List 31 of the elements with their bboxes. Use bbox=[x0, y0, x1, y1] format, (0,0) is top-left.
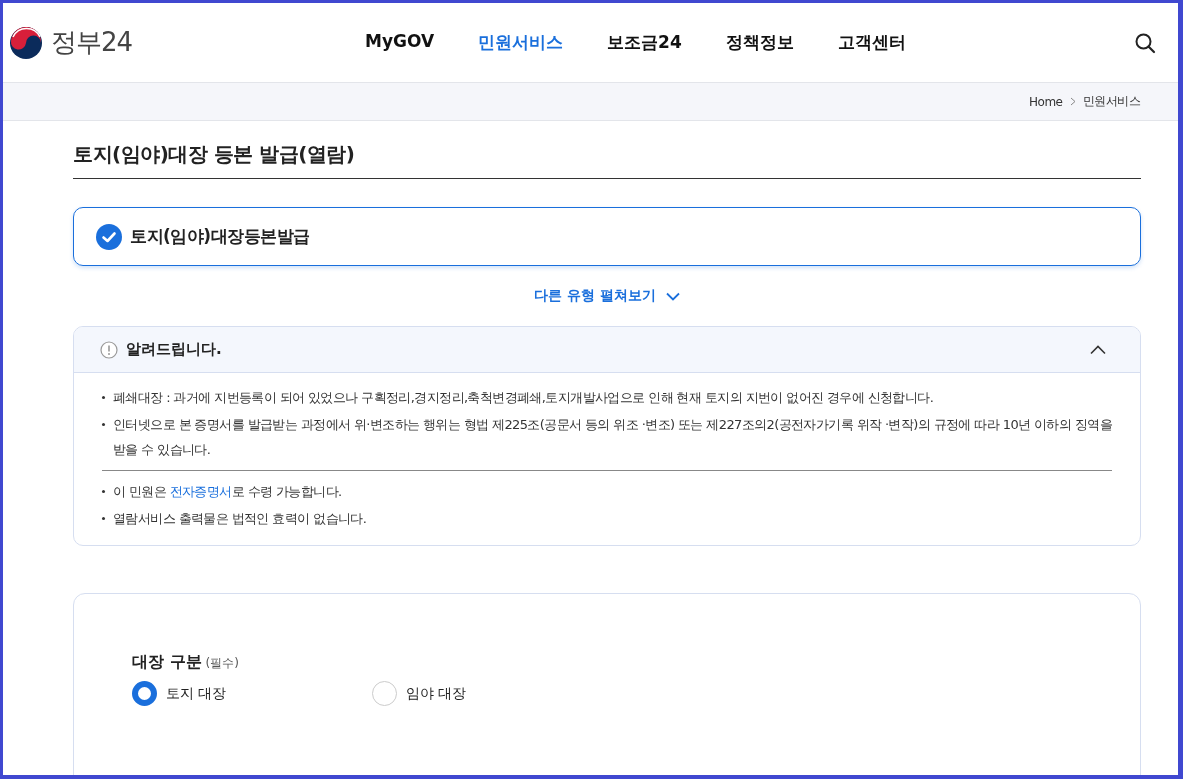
notice-text: 폐쇄대장 : 과거에 지번등록이 되어 있었으나 구획정리,경지정리,축척변경폐쇄,토지개발사업으로 인해 현재 토지의 지번이 없어진 경우에 신청합니다. bbox=[113, 389, 934, 407]
breadcrumb-link[interactable]: Home bbox=[1029, 94, 1063, 109]
chevron-right-icon bbox=[1069, 97, 1076, 106]
selected-service-card[interactable]: 토지(임야)대장등본발급 bbox=[73, 207, 1141, 266]
required-note: (필수) bbox=[205, 655, 239, 672]
field-label: 대장 구분 bbox=[132, 652, 202, 673]
site-logo[interactable]: 정부24 bbox=[9, 25, 365, 60]
chevron-down-icon bbox=[665, 291, 680, 301]
breadcrumb-link[interactable]: 민원서비스 bbox=[1082, 93, 1140, 110]
chevron-up-icon[interactable] bbox=[1090, 344, 1106, 355]
logo-text: 정부24 bbox=[51, 26, 133, 59]
nav-link[interactable]: MyGOV bbox=[365, 31, 435, 54]
nav-link[interactable]: 고객센터 bbox=[837, 31, 906, 54]
service-label: 토지(임야)대장등본발급 bbox=[130, 225, 310, 248]
search-icon[interactable] bbox=[1134, 31, 1156, 54]
notice-header[interactable]: 알려드립니다. bbox=[74, 327, 1140, 373]
radio-button[interactable] bbox=[132, 681, 157, 706]
radio-label[interactable]: 토지 대장 bbox=[166, 684, 227, 703]
notice-text: 이 민원은 전자증명서 로 수령 가능합니다. bbox=[113, 483, 342, 501]
notice-text: 인터넷으로 본 증명서를 발급받는 과정에서 위·변조하는 행위는 형법 제225조(공문서 등의 위조 ·변조) 또는 제227조의2(공전자가기록 위작 ·변작)의 규정에 따라 10년 이하의 징역을 받을 수 있습니다. bbox=[113, 416, 1112, 459]
expand-link[interactable]: 다른 유형 펼쳐보기 bbox=[534, 287, 656, 305]
notice-title: 알려드립니다. bbox=[126, 340, 222, 359]
notice-text: 열람서비스 출력물은 법적인 효력이 없습니다. bbox=[113, 510, 367, 528]
emblem-icon bbox=[9, 25, 43, 60]
certificate-link[interactable]: 전자증명서 bbox=[169, 484, 232, 499]
nav-link[interactable]: 민원서비스 bbox=[478, 31, 564, 54]
nav-link[interactable]: 보조금24 bbox=[607, 31, 682, 54]
exclamation-circle-icon bbox=[100, 340, 118, 359]
radio-label[interactable]: 임야 대장 bbox=[406, 684, 467, 703]
page-title: 토지(임야)대장 등본 발급(열람) bbox=[73, 141, 1141, 179]
nav-link[interactable]: 정책정보 bbox=[725, 31, 794, 54]
